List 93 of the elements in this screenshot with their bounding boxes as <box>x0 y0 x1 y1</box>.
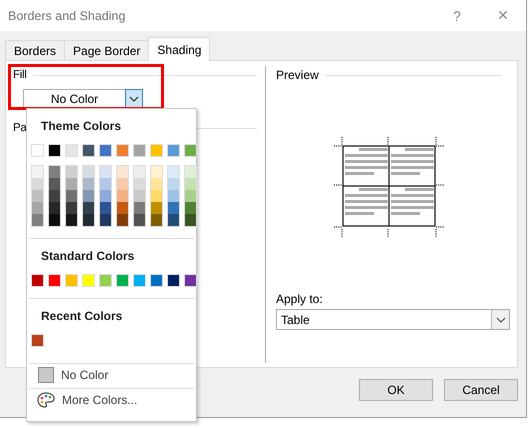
section-heading: Recent Colors <box>40 308 124 325</box>
color-swatch[interactable] <box>151 190 162 202</box>
chevron-down-icon <box>496 316 506 322</box>
tab[interactable]: Page Border <box>64 40 150 60</box>
color-swatch[interactable] <box>65 144 78 157</box>
color-swatch[interactable] <box>185 214 196 226</box>
color-swatch[interactable] <box>83 190 94 202</box>
color-swatch[interactable] <box>134 166 145 178</box>
color-swatch[interactable] <box>31 274 44 287</box>
color-swatch[interactable] <box>66 202 77 214</box>
color-swatch[interactable] <box>49 214 60 226</box>
group-label: Fill <box>13 69 26 81</box>
palette-icon <box>37 392 55 408</box>
color-swatch[interactable] <box>65 274 78 287</box>
color-swatch[interactable] <box>66 178 77 190</box>
tab[interactable]: Borders <box>5 40 66 60</box>
color-swatch[interactable] <box>117 202 128 214</box>
color-swatch[interactable] <box>185 178 196 190</box>
color-swatch[interactable] <box>168 202 179 214</box>
color-swatch[interactable] <box>168 166 179 178</box>
color-swatch[interactable] <box>83 178 94 190</box>
color-swatch[interactable] <box>134 202 145 214</box>
close-button[interactable]: × <box>480 0 526 30</box>
color-swatch[interactable] <box>184 274 197 287</box>
color-swatch[interactable] <box>100 190 111 202</box>
color-swatch[interactable] <box>116 144 129 157</box>
color-swatch[interactable] <box>167 144 180 157</box>
color-swatch[interactable] <box>48 144 61 157</box>
color-swatch[interactable] <box>99 144 112 157</box>
color-swatch[interactable] <box>133 274 146 287</box>
color-swatch[interactable] <box>32 190 43 202</box>
color-swatch[interactable] <box>184 144 197 157</box>
tab[interactable]: Shading <box>148 37 210 61</box>
menu-item[interactable]: No Color <box>27 364 196 386</box>
color-swatch[interactable] <box>185 202 196 214</box>
color-swatch[interactable] <box>168 190 179 202</box>
color-swatch[interactable] <box>117 166 128 178</box>
field-label: Apply to: <box>276 292 324 306</box>
color-swatch[interactable] <box>100 178 111 190</box>
ok-button[interactable]: OK <box>359 379 433 401</box>
color-swatch[interactable] <box>151 166 162 178</box>
color-swatch[interactable] <box>133 144 146 157</box>
group-label: Pa <box>13 122 26 134</box>
color-swatch[interactable] <box>134 190 145 202</box>
menu-item[interactable]: More Colors... <box>27 389 196 411</box>
color-swatch[interactable] <box>31 334 44 347</box>
color-swatch[interactable] <box>151 214 162 226</box>
color-swatch[interactable] <box>83 214 94 226</box>
chevron-down-icon <box>129 96 139 102</box>
color-swatch[interactable] <box>134 214 145 226</box>
window-title: Borders and Shading <box>8 8 126 22</box>
color-swatch[interactable] <box>100 214 111 226</box>
color-swatch[interactable] <box>117 214 128 226</box>
color-swatch[interactable] <box>185 166 196 178</box>
color-swatch[interactable] <box>32 178 43 190</box>
color-swatch[interactable] <box>100 202 111 214</box>
color-swatch[interactable] <box>48 274 61 287</box>
color-swatch[interactable] <box>66 190 77 202</box>
color-swatch[interactable] <box>167 274 180 287</box>
color-swatch[interactable] <box>82 274 95 287</box>
section-heading: Theme Colors <box>40 118 122 135</box>
color-swatch[interactable] <box>151 178 162 190</box>
color-swatch[interactable] <box>32 166 43 178</box>
color-swatch[interactable] <box>66 214 77 226</box>
color-swatch[interactable] <box>150 144 163 157</box>
color-swatch[interactable] <box>99 274 112 287</box>
color-swatch[interactable] <box>82 144 95 157</box>
color-swatch[interactable] <box>100 166 111 178</box>
color-swatch[interactable] <box>49 178 60 190</box>
color-swatch[interactable] <box>83 166 94 178</box>
section-heading: Standard Colors <box>40 248 136 265</box>
color-swatch[interactable] <box>117 178 128 190</box>
color-swatch[interactable] <box>66 166 77 178</box>
cancel-button[interactable]: Cancel <box>444 379 518 401</box>
group-label: Preview <box>276 68 319 82</box>
apply-to-dropdown[interactable]: Table <box>276 309 510 330</box>
color-swatch[interactable] <box>32 202 43 214</box>
color-swatch[interactable] <box>32 214 43 226</box>
color-swatch[interactable] <box>49 166 60 178</box>
empty-swatch-icon <box>38 367 54 383</box>
color-swatch[interactable] <box>168 214 179 226</box>
color-swatch[interactable] <box>83 202 94 214</box>
color-swatch[interactable] <box>134 178 145 190</box>
color-swatch[interactable] <box>49 202 60 214</box>
color-swatch[interactable] <box>49 190 60 202</box>
color-swatch[interactable] <box>168 178 179 190</box>
color-swatch[interactable] <box>116 274 129 287</box>
color-swatch[interactable] <box>150 274 163 287</box>
color-swatch[interactable] <box>31 144 44 157</box>
color-swatch[interactable] <box>185 190 196 202</box>
help-button[interactable]: ? <box>434 0 480 30</box>
color-swatch[interactable] <box>151 202 162 214</box>
color-swatch[interactable] <box>117 190 128 202</box>
